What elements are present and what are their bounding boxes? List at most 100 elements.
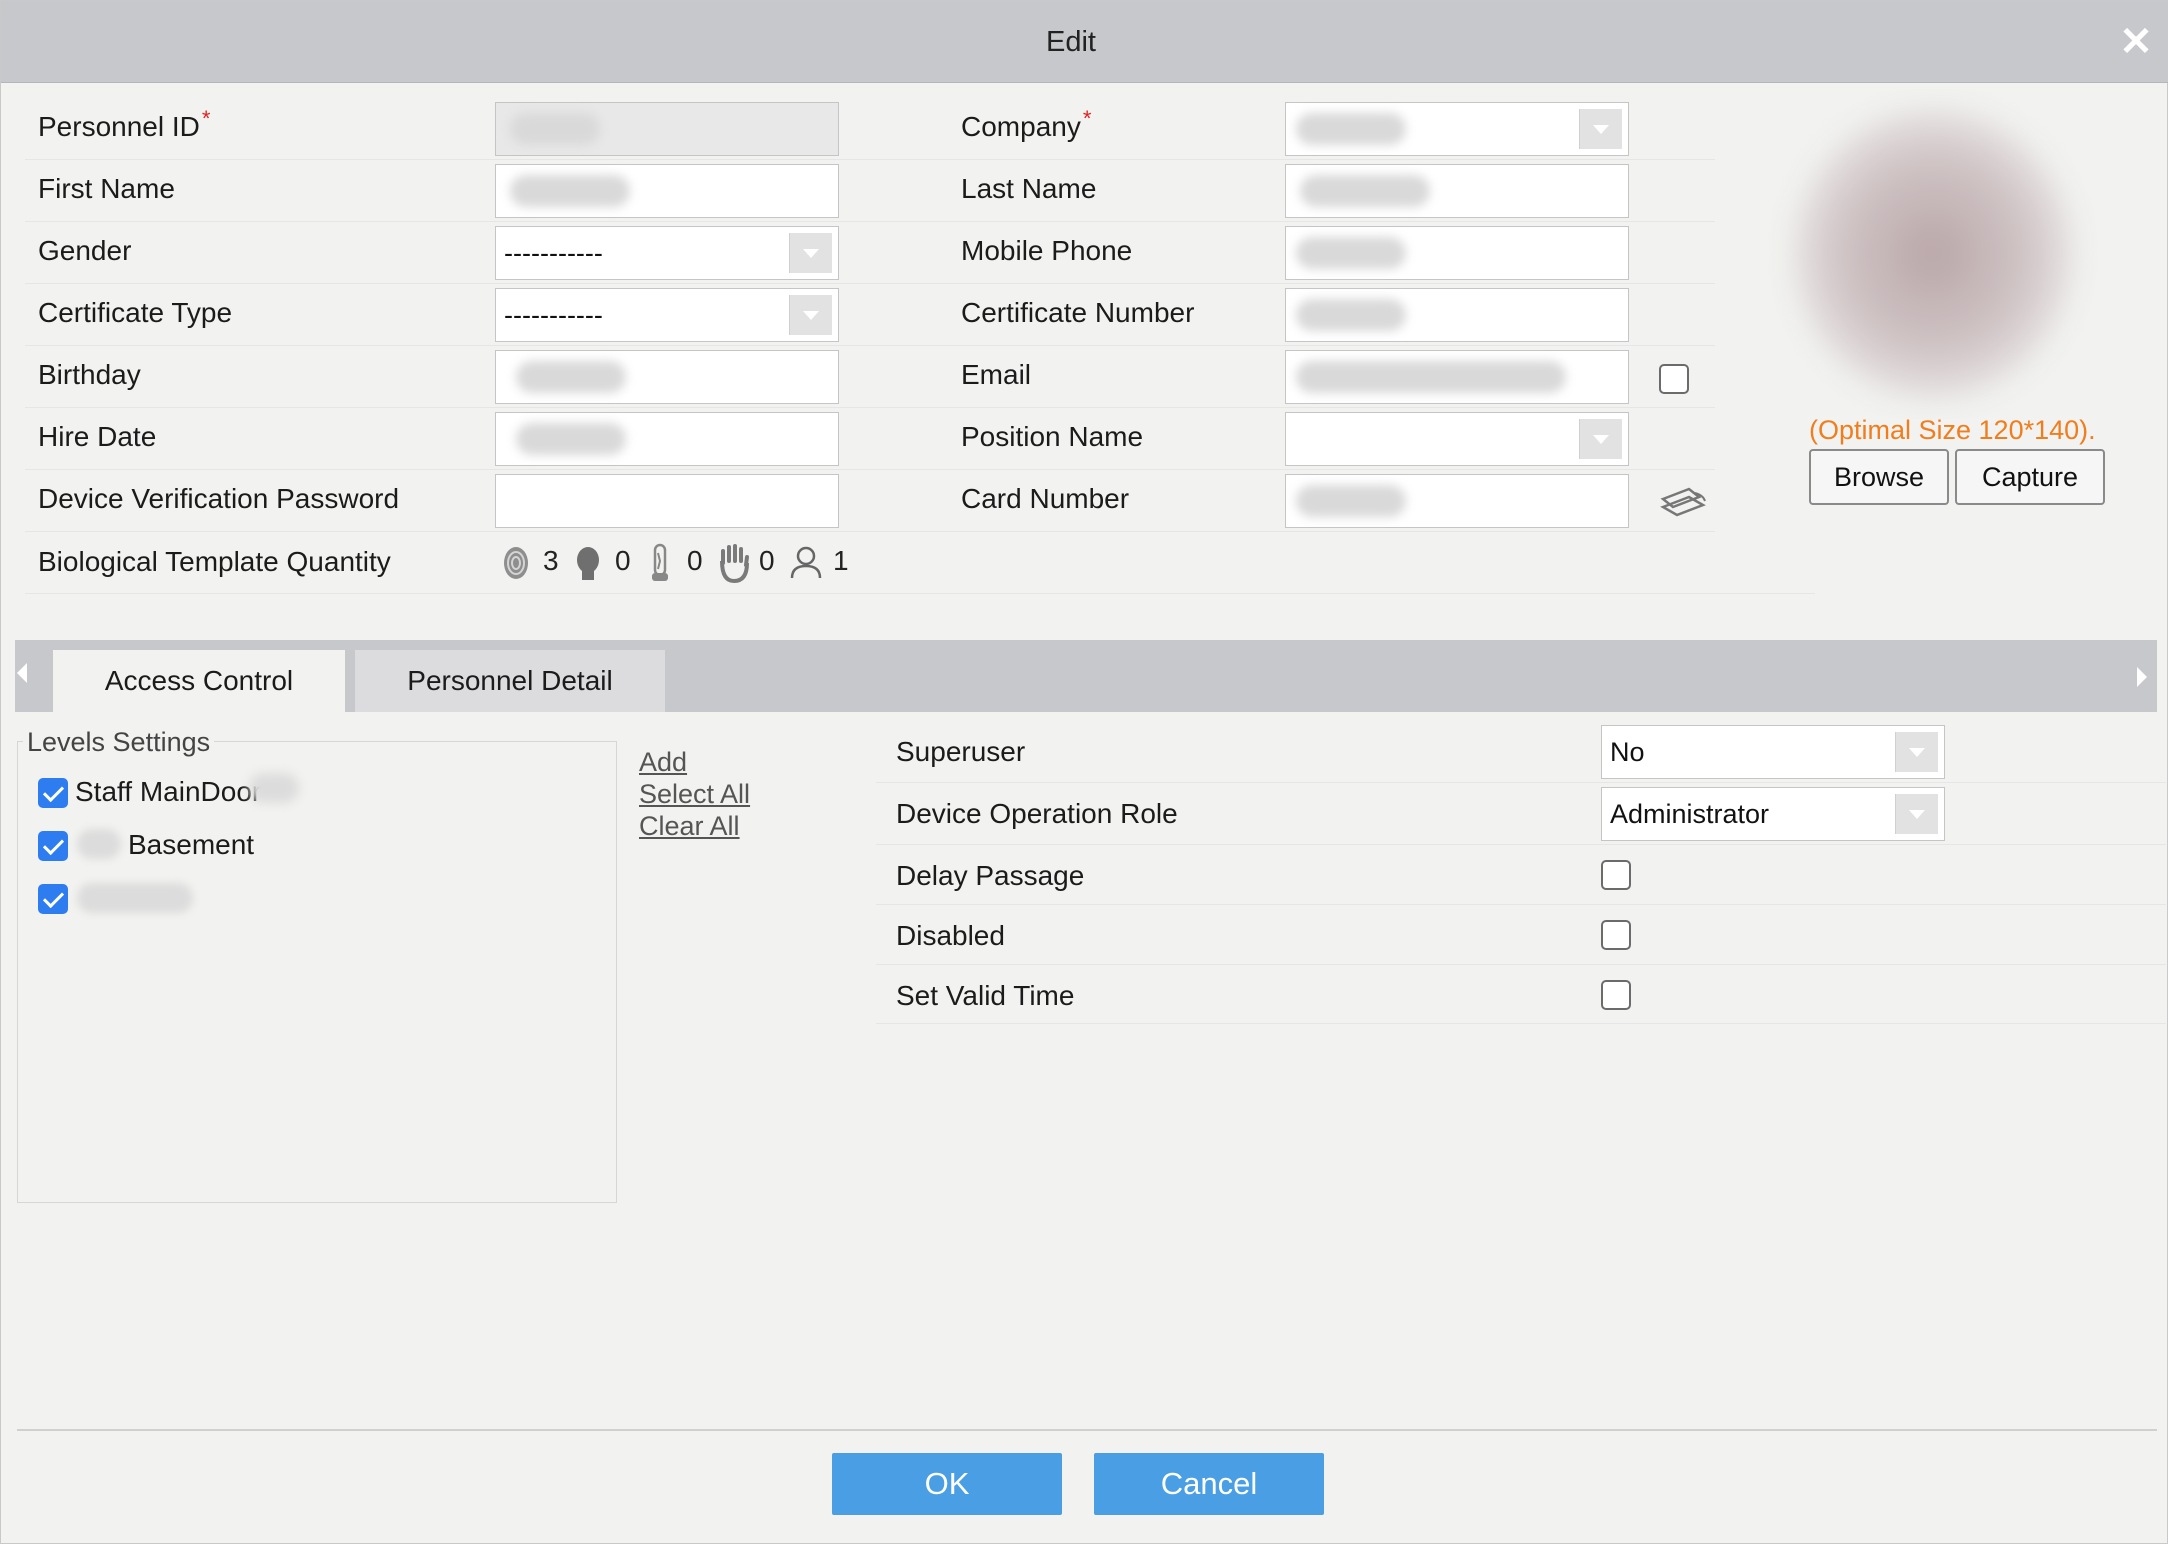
certificate-number-input[interactable] xyxy=(1285,288,1629,342)
row-divider xyxy=(25,283,1715,284)
tab-personnel-detail[interactable]: Personnel Detail xyxy=(355,650,665,712)
select-all-link[interactable]: Select All xyxy=(639,779,750,810)
email-checkbox[interactable] xyxy=(1659,364,1689,394)
mobile-phone-input[interactable] xyxy=(1285,226,1629,280)
palm-icon xyxy=(720,544,749,583)
card-number-input[interactable] xyxy=(1285,474,1629,528)
disabled-label: Disabled xyxy=(896,920,1005,951)
row-divider xyxy=(876,844,2166,845)
gender-select[interactable]: ----------- xyxy=(495,226,839,280)
redacted-text xyxy=(77,829,121,859)
capture-button[interactable]: Capture xyxy=(1955,449,2105,505)
cancel-button[interactable]: Cancel xyxy=(1094,1453,1324,1515)
row-divider xyxy=(25,469,1715,470)
level-checkbox-third[interactable] xyxy=(38,884,68,914)
delay-passage-label: Delay Passage xyxy=(896,860,1085,891)
device-operation-role-value: Administrator xyxy=(1610,799,1770,829)
first-name-input[interactable] xyxy=(495,164,839,218)
row-divider xyxy=(25,345,1715,346)
palm-count: 0 xyxy=(759,545,775,576)
birthday-label: Birthday xyxy=(38,359,141,390)
card-reader-icon[interactable] xyxy=(1659,485,1707,519)
footer-divider xyxy=(17,1429,2157,1431)
device-operation-role-select[interactable]: Administrator xyxy=(1601,787,1945,841)
personnel-id-label: Personnel ID* xyxy=(38,106,211,142)
certificate-type-label: Certificate Type xyxy=(38,297,233,328)
personnel-id-input[interactable] xyxy=(495,102,839,156)
set-valid-time-checkbox[interactable] xyxy=(1601,980,1631,1010)
row-divider xyxy=(25,407,1715,408)
last-name-label: Last Name xyxy=(961,173,1097,204)
redacted-text xyxy=(249,773,299,803)
superuser-value: No xyxy=(1610,737,1645,767)
biological-template-quantity: 3 0 0 0 1 xyxy=(501,541,861,585)
person-count: 1 xyxy=(833,545,849,576)
chevron-down-icon xyxy=(1579,419,1622,459)
superuser-label: Superuser xyxy=(896,736,1026,767)
certificate-type-value: ----------- xyxy=(504,300,603,330)
first-name-label: First Name xyxy=(38,173,175,204)
chevron-down-icon xyxy=(1895,732,1938,772)
certificate-number-label: Certificate Number xyxy=(961,297,1195,328)
tab-scroll-right-icon[interactable] xyxy=(2137,667,2147,687)
row-divider xyxy=(25,221,1715,222)
gender-value: ----------- xyxy=(504,238,603,268)
hire-date-input[interactable] xyxy=(495,412,839,466)
device-verification-password-input[interactable] xyxy=(495,474,839,528)
close-icon[interactable]: ✕ xyxy=(2113,19,2159,65)
levels-settings-panel xyxy=(17,741,617,1203)
last-name-input[interactable] xyxy=(1285,164,1629,218)
superuser-select[interactable]: No xyxy=(1601,725,1945,779)
tab-scroll-left-icon[interactable] xyxy=(17,663,27,683)
required-marker: * xyxy=(201,106,211,131)
chevron-down-icon xyxy=(789,233,832,273)
redacted-text xyxy=(77,883,193,913)
gender-label: Gender xyxy=(38,235,132,266)
certificate-type-select[interactable]: ----------- xyxy=(495,288,839,342)
required-marker: * xyxy=(1082,106,1092,131)
delay-passage-checkbox[interactable] xyxy=(1601,860,1631,890)
levels-settings-legend: Levels Settings xyxy=(23,727,215,758)
position-name-select[interactable] xyxy=(1285,412,1629,466)
company-select[interactable] xyxy=(1285,102,1629,156)
row-divider xyxy=(25,531,1715,532)
email-input[interactable] xyxy=(1285,350,1629,404)
personnel-photo xyxy=(1753,89,2119,419)
position-name-label: Position Name xyxy=(961,421,1144,452)
hire-date-label: Hire Date xyxy=(38,421,157,452)
fingerprint-count: 3 xyxy=(543,545,559,576)
finger-vein-icon xyxy=(652,543,668,581)
row-divider xyxy=(876,1023,2166,1024)
row-divider xyxy=(876,964,2166,965)
tab-access-control[interactable]: Access Control xyxy=(53,650,345,712)
level-label-staff-maindoor: Staff MainDoor xyxy=(75,776,262,807)
mobile-phone-label: Mobile Phone xyxy=(961,235,1133,266)
biological-template-quantity-label: Biological Template Quantity xyxy=(38,546,391,577)
clear-all-link[interactable]: Clear All xyxy=(639,811,740,842)
birthday-input[interactable] xyxy=(495,350,839,404)
face-icon xyxy=(577,547,599,580)
row-divider xyxy=(876,904,2166,905)
ok-button[interactable]: OK xyxy=(832,1453,1062,1515)
add-level-link[interactable]: Add xyxy=(639,747,687,778)
chevron-down-icon xyxy=(789,295,832,335)
card-number-label: Card Number xyxy=(961,483,1130,514)
row-divider xyxy=(876,782,2166,783)
device-verification-password-label: Device Verification Password xyxy=(38,483,400,514)
disabled-checkbox[interactable] xyxy=(1601,920,1631,950)
device-operation-role-label: Device Operation Role xyxy=(896,798,1178,829)
row-divider xyxy=(25,593,1815,594)
browse-button[interactable]: Browse xyxy=(1809,449,1949,505)
photo-size-hint: (Optimal Size 120*140). xyxy=(1809,415,2096,445)
finger-vein-count: 0 xyxy=(687,545,703,576)
set-valid-time-label: Set Valid Time xyxy=(896,980,1075,1011)
edit-dialog: Edit ✕ Personnel ID* First Name Gender C… xyxy=(0,0,2168,1544)
chevron-down-icon xyxy=(1895,794,1938,834)
fingerprint-icon xyxy=(504,547,528,579)
email-label: Email xyxy=(961,359,1032,390)
level-checkbox-basement[interactable] xyxy=(38,831,68,861)
level-checkbox-staff-maindoor[interactable] xyxy=(38,778,68,808)
face-count: 0 xyxy=(615,545,631,576)
level-label-basement: Basement xyxy=(128,829,255,860)
row-divider xyxy=(25,159,1715,160)
